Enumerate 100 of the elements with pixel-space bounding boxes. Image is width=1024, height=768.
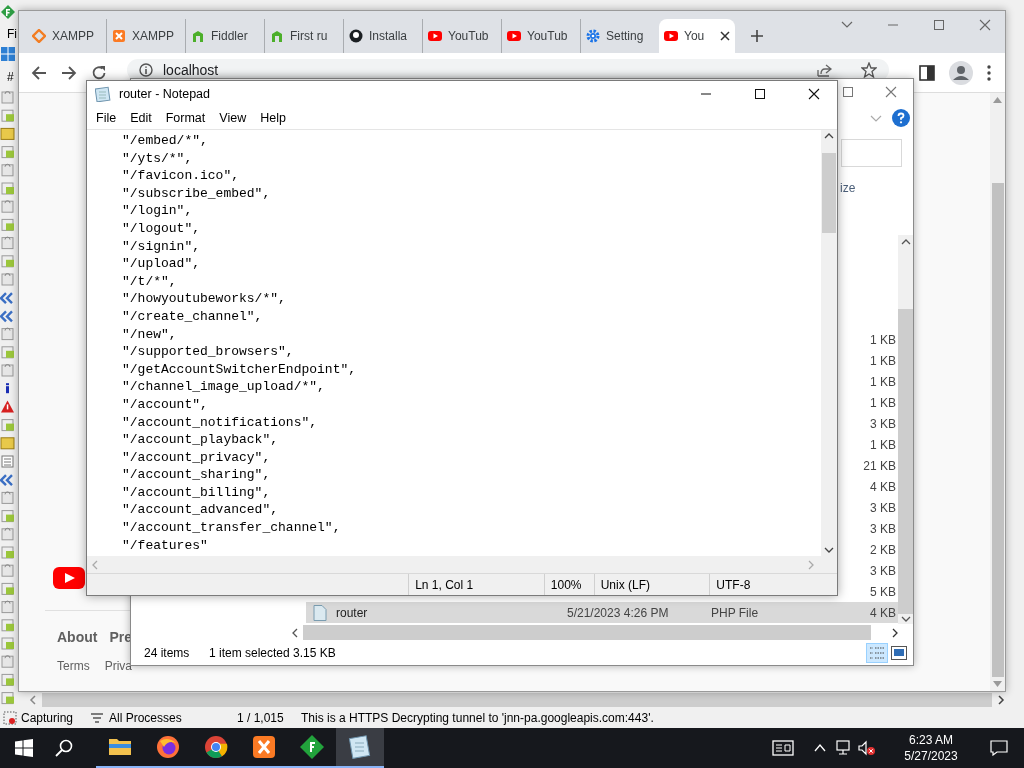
process-filter[interactable]: All Processes (109, 709, 227, 727)
file-size: 3 KB (869, 520, 897, 538)
browser-tab[interactable]: YouTub (422, 19, 501, 53)
menu-item[interactable]: Help (253, 108, 293, 128)
scroll-down-icon[interactable] (900, 616, 911, 622)
large-icons-view-icon[interactable] (891, 646, 907, 660)
file-size: 2 KB (869, 541, 897, 559)
fiddler-logo-icon (270, 29, 284, 43)
info-icon (139, 63, 153, 77)
scroll-down-icon[interactable] (824, 547, 834, 553)
browser-tab[interactable]: XAMPP (106, 19, 185, 53)
fiddler-app-icon[interactable] (1, 5, 15, 19)
menu-item[interactable]: Fi (7, 25, 17, 43)
file-size: 5 KB (869, 583, 897, 601)
profile-avatar-icon[interactable] (949, 60, 973, 85)
search-field[interactable] (841, 139, 902, 167)
file-size: 3 KB (869, 499, 897, 517)
browser-tab[interactable]: First ru (264, 19, 343, 53)
fiddler-logo-icon (300, 735, 324, 759)
browser-tab[interactable]: Fiddler (185, 19, 264, 53)
news-icon[interactable] (772, 740, 794, 756)
star-icon[interactable] (861, 62, 877, 78)
taskbar-app[interactable] (336, 728, 384, 768)
cursor-position: Ln 1, Col 1 (414, 576, 474, 594)
youtube-logo-icon[interactable] (53, 567, 85, 589)
menu-icon[interactable] (987, 64, 991, 81)
file-size: 1 KB (869, 394, 897, 412)
notepad-icon (348, 735, 372, 759)
gear-icon (586, 29, 600, 43)
horizontal-scrollbar-thumb[interactable] (303, 625, 871, 640)
scroll-left-icon[interactable] (28, 695, 38, 705)
chrome-logo-icon (204, 735, 228, 759)
chevron-up-icon[interactable] (814, 744, 826, 752)
scroll-up-icon[interactable] (824, 133, 834, 139)
scroll-right-icon[interactable] (996, 695, 1006, 705)
maximize-icon[interactable] (754, 88, 766, 100)
menu-item[interactable]: View (212, 108, 254, 128)
horizontal-scrollbar-thumb[interactable] (42, 693, 992, 707)
file-size: 1 KB (869, 436, 897, 454)
scroll-up-icon[interactable] (900, 239, 911, 245)
footer-link[interactable]: Pre (109, 627, 132, 648)
menu-item[interactable]: Edit (123, 108, 159, 128)
capturing-icon[interactable] (3, 711, 17, 725)
status-message: This is a HTTPS Decrypting tunnel to 'jnn-pa.googleapis.com:443'. (301, 710, 654, 727)
column-header[interactable]: ize (840, 181, 856, 195)
vertical-scrollbar-thumb[interactable] (898, 309, 913, 614)
notepad-icon (95, 86, 111, 102)
browser-tab[interactable]: XAMPP (27, 19, 106, 53)
new-tab-icon[interactable] (751, 30, 763, 42)
file-size: 1 KB (869, 352, 897, 370)
help-icon[interactable] (892, 109, 910, 127)
footer-link[interactable]: Terms (57, 657, 90, 675)
selection-status: 1 item selected (209, 645, 291, 662)
vertical-scrollbar-thumb[interactable] (991, 183, 1004, 677)
youtube-logo-icon (507, 29, 521, 43)
encoding: UTF-8 (715, 576, 751, 594)
selection-size: 3.15 KB (293, 645, 337, 662)
item-count: 24 items (144, 645, 191, 662)
footer-link[interactable]: Priva (104, 657, 132, 675)
side-panel-icon[interactable] (919, 64, 935, 81)
windows-logo-icon (1, 47, 15, 61)
window-title: router - Notepad (119, 85, 212, 103)
notifications-icon[interactable] (990, 740, 1008, 756)
windows-start-icon[interactable] (15, 739, 33, 757)
document-icon (313, 604, 327, 621)
scroll-right-icon[interactable] (891, 627, 899, 638)
menu-item[interactable]: Format (158, 108, 213, 128)
volume-muted-icon[interactable] (858, 740, 876, 756)
file-size: 4 KB (869, 478, 897, 496)
vertical-scrollbar-thumb[interactable] (822, 153, 836, 233)
browser-tab[interactable]: Installa (343, 19, 422, 53)
text-editor[interactable]: "/embed/*", "/yts/*", "/favicon.ico", "/subscribe_embed", "/login", "/logout", "/signin", "/upload", "/t/*", "/howyoutubeworks/*", "/create_channel", "/new", "/supported_browsers", "/getAccountSwitcherEndpoint", "/channel_image_upload/*", "/account", "/account_notifications", "/account_playback", "/account_privacy", "/account_sharing", "/account_billing", "/account_advanced", "/account_transfer_channel", "/features" (87, 130, 821, 556)
youtube-logo-icon (428, 29, 442, 43)
file-size: 1 KB (869, 331, 897, 349)
file-size: 21 KB (862, 457, 897, 475)
browser-tab[interactable]: YouTub (501, 19, 580, 53)
file-size: 3 KB (869, 562, 897, 580)
network-icon[interactable] (836, 740, 852, 756)
youtube-logo-icon (664, 29, 678, 43)
forward-icon[interactable] (61, 64, 77, 81)
back-icon[interactable] (31, 64, 47, 81)
address-bar[interactable]: localhost (127, 59, 889, 81)
session-count: 1 / 1,015 (237, 710, 285, 727)
menu-item[interactable]: File (89, 108, 124, 128)
file-row[interactable]: router 5/21/2023 4:26 PM PHP File 4 KB (306, 602, 898, 623)
file-size: 1 KB (869, 373, 897, 391)
scroll-left-icon[interactable] (291, 627, 299, 638)
share-icon[interactable] (817, 63, 833, 77)
close-icon[interactable] (808, 88, 820, 100)
reload-icon[interactable] (91, 64, 107, 81)
footer-link[interactable]: About (57, 627, 98, 648)
filter-icon[interactable] (91, 713, 103, 723)
column-header: # (7, 69, 14, 86)
firefox-logo-icon (156, 735, 180, 759)
search-icon[interactable] (55, 739, 73, 757)
close-icon[interactable] (720, 31, 730, 41)
zoom-level: 100% (549, 576, 582, 594)
clock[interactable]: 6:23 AM 5/27/2023 (896, 732, 966, 764)
capture-status[interactable]: Capturing (21, 709, 87, 727)
browser-tab[interactable]: You (659, 19, 735, 53)
